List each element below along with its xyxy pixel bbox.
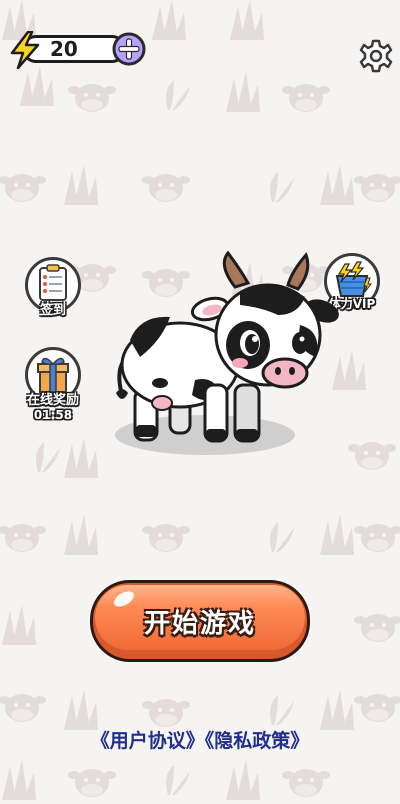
cow-mascot <box>115 250 339 455</box>
start-game-button[interactable]: 开始游戏 <box>90 580 310 662</box>
gear-icon[interactable] <box>358 38 394 74</box>
energy-counter: 20 <box>8 31 146 69</box>
lightning-bolt-icon <box>10 31 40 69</box>
online-reward-label: 在线奖励 <box>26 393 79 408</box>
plus-icon[interactable] <box>112 32 146 66</box>
start-game-label: 开始游戏 <box>143 609 256 639</box>
user-agreement-link[interactable]: 《用户协议》 <box>91 730 205 752</box>
privacy-policy-link[interactable]: 《隐私政策》 <box>205 730 310 752</box>
checkin-label: 签到 <box>39 303 66 318</box>
online-reward-timer: 01:58 <box>33 408 73 422</box>
online-reward-button[interactable]: 在线奖励 01:58 <box>22 347 84 422</box>
checkin-button[interactable]: 签到 <box>22 257 84 318</box>
policy-links: 《用户协议》《隐私政策》 <box>0 726 400 753</box>
energy-value: 20 <box>50 37 78 61</box>
